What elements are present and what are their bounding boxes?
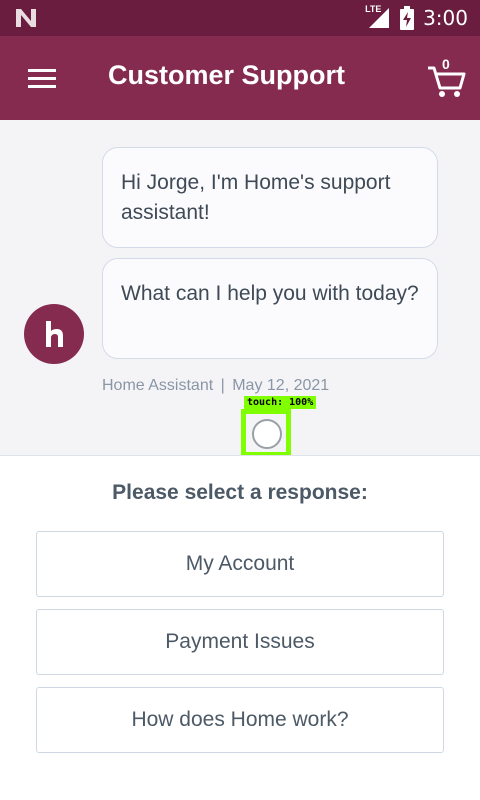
status-bar: LTE 3:00 — [0, 0, 480, 36]
status-left — [14, 7, 40, 29]
response-option-my-account[interactable]: My Account — [36, 531, 444, 597]
chat-message: What can I help you with today? — [102, 258, 438, 359]
home-logo-icon — [46, 321, 63, 347]
touch-indicator — [241, 409, 291, 457]
message-date: May 12, 2021 — [232, 377, 330, 394]
avatar — [24, 304, 84, 364]
chat-message: Hi Jorge, I'm Home's support assistant! — [102, 147, 438, 248]
response-panel: Please select a response: My Account Pay… — [0, 456, 480, 800]
response-prompt: Please select a response: — [112, 481, 368, 504]
app-bar: Customer Support 0 — [0, 36, 480, 120]
hamburger-menu-icon — [28, 69, 56, 88]
message-meta: Home Assistant | May 12, 2021 — [102, 377, 329, 395]
status-right: LTE 3:00 — [365, 4, 468, 30]
touch-ring — [252, 419, 282, 449]
menu-button[interactable] — [22, 62, 62, 94]
message-sender: Home Assistant — [102, 377, 214, 394]
page-title: Customer Support — [108, 60, 346, 90]
chat-area: Hi Jorge, I'm Home's support assistant! … — [0, 120, 480, 457]
meta-separator: | — [220, 377, 225, 394]
status-time: 3:00 — [423, 6, 468, 30]
cart-count-badge: 0 — [442, 56, 450, 72]
response-option-payment-issues[interactable]: Payment Issues — [36, 609, 444, 675]
signal-icon: LTE — [365, 4, 391, 30]
cart-button[interactable]: 0 — [424, 56, 468, 100]
battery-charging-icon — [400, 6, 415, 30]
response-option-how-home-works[interactable]: How does Home work? — [36, 687, 444, 753]
touch-overlay-label: touch: 100% — [244, 396, 317, 409]
n-notification-icon — [16, 9, 36, 27]
